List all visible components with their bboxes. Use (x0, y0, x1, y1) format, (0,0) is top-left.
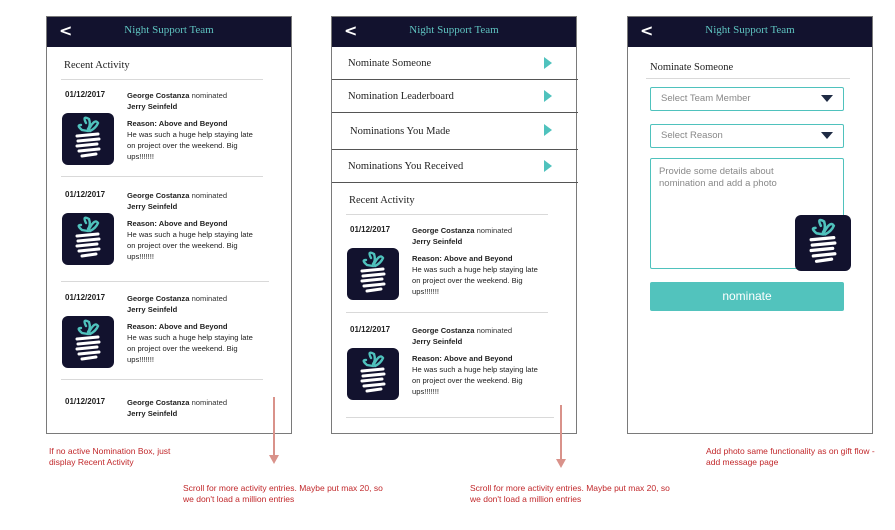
triangle-right-icon (544, 90, 552, 102)
activity-date: 01/12/2017 (65, 397, 106, 406)
caret-down-icon (821, 95, 833, 102)
divider (346, 214, 548, 215)
divider (61, 281, 269, 282)
team-member-select[interactable]: Select Team Member (650, 87, 844, 111)
activity-item[interactable]: 01/12/2017 George Costanza nominated Jerr… (62, 190, 275, 280)
activity-item[interactable]: 01/12/2017 George Costanza nominated Jerr… (65, 397, 275, 427)
activity-reason: Reason: Above and Beyond He was such a hu… (127, 219, 253, 261)
activity-item[interactable]: 01/12/2017 George Costanza nominated Jerr… (62, 293, 275, 383)
top-bar: < Night Support Team (332, 17, 576, 47)
top-bar: < Night Support Team (47, 17, 291, 47)
activity-item[interactable]: 01/12/2017 George Costanza nominated Jerr… (347, 225, 560, 315)
team-title: Night Support Team (124, 24, 214, 36)
activity-date: 01/12/2017 (65, 90, 106, 99)
screen-nominations-menu: < Night Support Team Nominate Someone No… (331, 16, 578, 434)
caret-down-icon (821, 132, 833, 139)
triangle-right-icon (544, 160, 552, 172)
divider (346, 417, 554, 418)
activity-names: George Costanza nominated Jerry Seinfeld (127, 294, 228, 314)
gift-logo-icon (62, 113, 114, 165)
activity-date: 01/12/2017 (350, 325, 391, 334)
nominate-button[interactable]: nominate (650, 282, 844, 311)
activity-item[interactable]: 01/12/2017 George Costanza nominated Jerr… (347, 325, 560, 415)
activity-date: 01/12/2017 (65, 293, 106, 302)
divider (346, 312, 548, 313)
section-title: Nominate Someone (650, 62, 734, 73)
gift-logo-icon (347, 348, 399, 400)
add-photo-icon[interactable] (795, 215, 851, 271)
activity-names: George Costanza nominated Jerry Seinfeld (127, 91, 228, 111)
scroll-arrow-line (560, 405, 562, 459)
team-title: Night Support Team (705, 24, 795, 36)
section-title: Recent Activity (64, 60, 130, 71)
activity-reason: Reason: Above and Beyond He was such a hu… (127, 119, 253, 161)
activity-item[interactable]: 01/12/2017 George Costanza nominated Jerr… (62, 90, 275, 180)
note-add-photo: Add photo same functionality as on gift … (706, 446, 875, 467)
activity-names: George Costanza nominated Jerry Seinfeld (412, 226, 513, 246)
divider (61, 79, 263, 80)
activity-reason: Reason: Above and Beyond He was such a hu… (412, 354, 538, 396)
activity-names: George Costanza nominated Jerry Seinfeld (127, 191, 228, 211)
activity-reason: Reason: Above and Beyond He was such a hu… (127, 322, 253, 364)
note-no-nomination-box: If no active Nomination Box, just displa… (49, 446, 171, 467)
menu-item-leaderboard[interactable]: Nomination Leaderboard (332, 80, 578, 113)
section-title: Recent Activity (349, 195, 415, 206)
activity-date: 01/12/2017 (65, 190, 106, 199)
menu-item-nominations-received[interactable]: Nominations You Received (332, 150, 578, 183)
scroll-arrow-line (273, 397, 275, 455)
activity-names: George Costanza nominated Jerry Seinfeld (127, 398, 228, 418)
activity-reason: Reason: Above and Beyond He was such a hu… (412, 254, 538, 296)
reason-select[interactable]: Select Reason (650, 124, 844, 148)
note-scroll-2: Scroll for more activity entries. Maybe … (470, 483, 670, 504)
team-title: Night Support Team (409, 24, 499, 36)
scroll-arrow-head (556, 459, 566, 468)
gift-logo-icon (62, 316, 114, 368)
note-scroll-1: Scroll for more activity entries. Maybe … (183, 483, 383, 504)
triangle-right-icon (544, 57, 552, 69)
scroll-arrow-head (269, 455, 279, 464)
menu-item-nominate-someone[interactable]: Nominate Someone (332, 47, 578, 80)
activity-date: 01/12/2017 (350, 225, 391, 234)
divider (61, 176, 263, 177)
top-bar: < Night Support Team (628, 17, 872, 47)
triangle-right-icon (544, 124, 552, 136)
gift-logo-icon (347, 248, 399, 300)
divider (646, 78, 850, 79)
divider (61, 379, 263, 380)
menu-item-nominations-made[interactable]: Nominations You Made (332, 113, 578, 150)
screen-recent-activity: < Night Support Team Recent Activity 01/… (46, 16, 292, 434)
screen-nominate-form: < Night Support Team Nominate Someone Se… (627, 16, 873, 434)
activity-names: George Costanza nominated Jerry Seinfeld (412, 326, 513, 346)
gift-logo-icon (62, 213, 114, 265)
